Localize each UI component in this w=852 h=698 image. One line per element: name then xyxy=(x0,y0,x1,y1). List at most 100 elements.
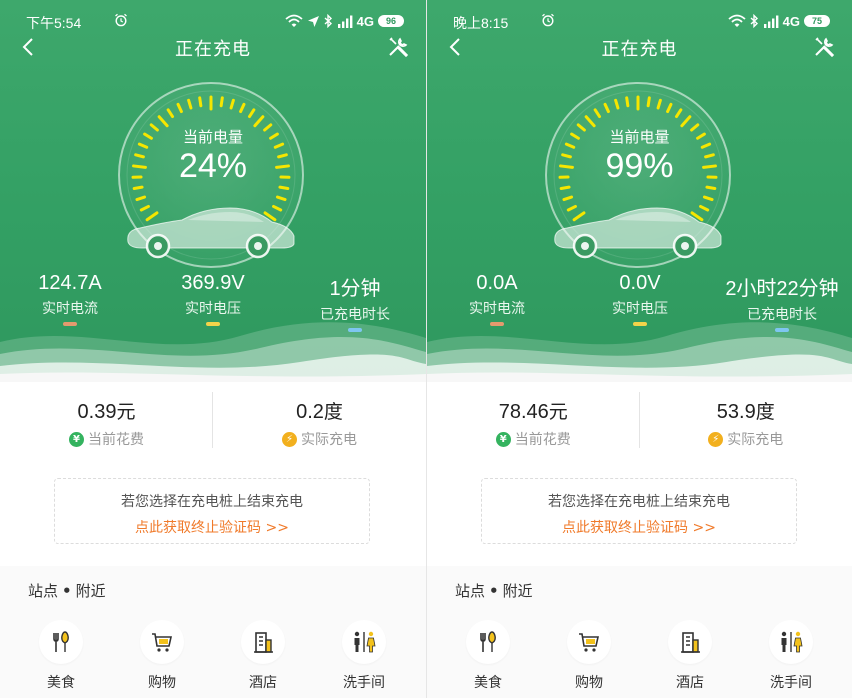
cost-summary: 0.39元 ¥ 当前花费 0.2度 ⚡ 实际充电 xyxy=(0,382,426,450)
gauge-tick xyxy=(625,96,630,108)
nav-bar: 正在充电 xyxy=(427,32,852,62)
lightning-icon: ⚡ xyxy=(708,431,724,447)
nearby-title-station: 站点 xyxy=(28,582,59,600)
charging-header: 下午5:54 4G 96 正在充电 当前电量 24% 124.7A 实时电流 3… xyxy=(0,0,426,382)
metric-current: 124.7A 实时电流 xyxy=(5,272,135,326)
stop-charging-notice: 若您选择在充电桩上结束充电 点此获取终止验证码 >> xyxy=(54,478,370,544)
wrench-screwdriver-icon[interactable] xyxy=(386,35,410,59)
energy-actual: 53.9度 ⚡ 实际充电 xyxy=(640,382,852,450)
metric-value: 2小时22分钟 xyxy=(725,278,839,300)
signal-icon xyxy=(763,15,779,28)
metric-indicator xyxy=(206,322,220,326)
energy-value: 0.2度 xyxy=(213,397,426,424)
nearby-item-restroom[interactable]: 洗手间 xyxy=(326,620,402,692)
cost-current: 0.39元 ¥ 当前花费 xyxy=(0,382,213,450)
metric-indicator xyxy=(63,322,77,326)
status-time: 下午5:54 xyxy=(26,15,82,31)
gauge-tick xyxy=(198,96,203,108)
energy-unit: 度 xyxy=(323,401,343,423)
nav-bar: 正在充电 xyxy=(0,32,426,62)
nearby-item-hotel[interactable]: 酒店 xyxy=(652,620,728,692)
cost-value: 78.46元 xyxy=(427,397,640,424)
gauge-tick xyxy=(219,96,224,108)
nearby-item-label: 酒店 xyxy=(249,675,277,691)
page-title: 正在充电 xyxy=(601,39,678,60)
metric-indicator xyxy=(633,322,647,326)
metric-value: 0.0A xyxy=(476,272,518,294)
metric-value: 0.0V xyxy=(619,272,661,294)
cost-label: ¥ 当前花费 xyxy=(0,429,213,449)
nearby-item-label: 购物 xyxy=(575,675,603,691)
battery-percentage: 24% xyxy=(178,147,248,185)
gauge-label: 当前电量 xyxy=(609,128,670,146)
nearby-section: 站点 • 附近 美食 购物 酒店 洗手间 xyxy=(0,566,426,698)
nearby-item-label: 购物 xyxy=(148,675,176,691)
nearby-item-shopping[interactable]: 购物 xyxy=(124,620,200,692)
nearby-item-label: 美食 xyxy=(474,675,502,691)
nearby-item-label: 洗手间 xyxy=(770,675,812,691)
yuan-coin-icon: ¥ xyxy=(69,431,84,447)
lightning-icon: ⚡ xyxy=(282,431,297,447)
energy-value: 53.9度 xyxy=(640,397,852,424)
metric-value: 1分钟 xyxy=(329,278,381,300)
fork-knife-icon xyxy=(39,620,83,664)
network-type: 4G xyxy=(782,13,800,29)
cost-label-text: 当前花费 xyxy=(514,432,571,448)
energy-label: ⚡ 实际充电 xyxy=(640,429,852,449)
gauge-tick xyxy=(132,185,144,191)
battery-indicator: 75 xyxy=(804,15,830,27)
nearby-item-food[interactable]: 美食 xyxy=(450,620,526,692)
metric-value: 124.7A xyxy=(38,272,102,294)
metric-label: 实时电流 xyxy=(469,301,525,317)
energy-label-text: 实际充电 xyxy=(301,432,357,448)
get-stop-code-link[interactable]: 点此获取终止验证码 >> xyxy=(55,517,369,537)
shopping-cart-icon xyxy=(140,620,184,664)
notice-text: 若您选择在充电桩上结束充电 xyxy=(548,494,730,510)
metric-voltage: 369.9V 实时电压 xyxy=(148,272,278,326)
cost-summary: 78.46元 ¥ 当前花费 53.9度 ⚡ 实际充电 xyxy=(427,382,852,450)
metric-indicator xyxy=(490,322,504,326)
alarm-clock-icon xyxy=(542,13,554,27)
metric-indicator xyxy=(775,328,789,332)
wrench-screwdriver-icon[interactable] xyxy=(812,35,836,59)
gauge-label: 当前电量 xyxy=(182,128,243,146)
car-illustration xyxy=(127,207,295,259)
nearby-item-restroom[interactable]: 洗手间 xyxy=(753,620,829,692)
gauge-tick xyxy=(705,185,717,191)
alarm-clock-icon xyxy=(115,13,127,27)
car-illustration xyxy=(554,207,722,259)
cost-label: ¥ 当前花费 xyxy=(427,429,640,449)
bluetooth-icon xyxy=(324,14,332,28)
charging-screen-left: 下午5:54 4G 96 正在充电 当前电量 24% 124.7A 实时电流 3… xyxy=(0,0,426,698)
metric-indicator xyxy=(348,328,362,332)
energy-unit: 度 xyxy=(755,401,775,423)
nearby-title: 站点 • 附近 xyxy=(455,580,533,601)
hotel-building-icon xyxy=(241,620,285,664)
stop-charging-notice: 若您选择在充电桩上结束充电 点此获取终止验证码 >> xyxy=(481,478,797,544)
gauge-tick xyxy=(559,185,571,191)
get-stop-code-link[interactable]: 点此获取终止验证码 >> xyxy=(482,517,796,537)
nearby-title-nearby: 附近 xyxy=(75,582,106,600)
cost-unit: 元 xyxy=(548,401,568,423)
shopping-cart-icon xyxy=(567,620,611,664)
charging-metrics: 0.0A 实时电流 0.0V 实时电压 2小时22分钟 已充电时长 xyxy=(427,272,852,332)
gauge-tick xyxy=(278,185,290,191)
nearby-item-shopping[interactable]: 购物 xyxy=(551,620,627,692)
cost-amount: 78.46 xyxy=(498,401,549,423)
cost-label-text: 当前花费 xyxy=(88,432,144,448)
metric-value: 369.9V xyxy=(181,272,245,294)
energy-actual: 0.2度 ⚡ 实际充电 xyxy=(213,382,426,450)
network-type: 4G xyxy=(356,13,374,29)
metric-current: 0.0A 实时电流 xyxy=(432,272,562,326)
nearby-item-label: 美食 xyxy=(47,675,75,691)
metric-label: 已充电时长 xyxy=(320,307,390,323)
nearby-item-food[interactable]: 美食 xyxy=(23,620,99,692)
comparison-root: 下午5:54 4G 96 正在充电 当前电量 24% 124.7A 实时电流 3… xyxy=(0,0,852,698)
status-time: 晚上8:15 xyxy=(453,15,509,31)
nearby-item-hotel[interactable]: 酒店 xyxy=(225,620,301,692)
wifi-icon xyxy=(285,14,303,27)
nearby-item-label: 洗手间 xyxy=(343,675,385,691)
nearby-item-label: 酒店 xyxy=(676,675,704,691)
stop-charging-section: 若您选择在充电桩上结束充电 点此获取终止验证码 >> xyxy=(427,450,852,566)
metric-duration: 2小时22分钟 已充电时长 xyxy=(717,272,847,332)
